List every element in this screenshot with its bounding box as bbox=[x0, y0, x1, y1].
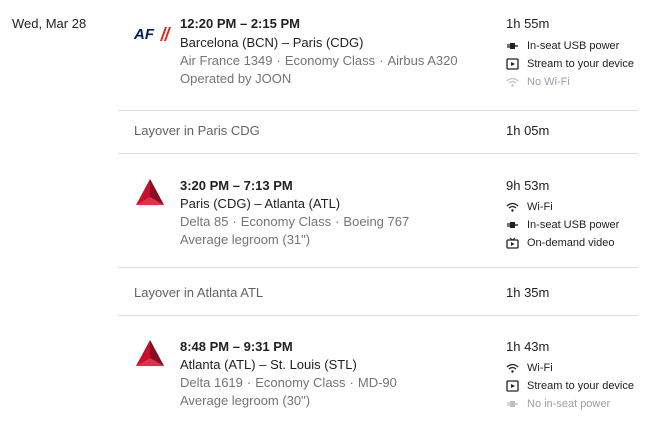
delta-logo bbox=[134, 338, 174, 370]
aircraft-type: MD-90 bbox=[357, 375, 397, 390]
stream-device-icon bbox=[506, 380, 519, 392]
flight-times: 8:48 PM – 9:31 PM bbox=[180, 339, 293, 354]
tv-icon bbox=[506, 237, 519, 249]
flight-route: Paris (CDG) – Atlanta (ATL) bbox=[180, 196, 341, 211]
stream-device-icon bbox=[506, 58, 519, 70]
trip-date: Wed, Mar 28 bbox=[12, 16, 87, 31]
operated-by: Operated by JOON bbox=[180, 71, 292, 86]
cabin-class: Economy Class bbox=[284, 53, 376, 68]
wifi-icon bbox=[506, 202, 519, 212]
flight-number: Delta 1619 bbox=[180, 375, 243, 390]
flight-details: Air France 1349 · Economy Class · Airbus A32… bbox=[180, 53, 458, 68]
svg-text:AF: AF bbox=[134, 26, 155, 43]
divider bbox=[118, 110, 638, 111]
layover-label: Layover in Atlanta ATL bbox=[134, 285, 264, 300]
layover-label: Layover in Paris CDG bbox=[134, 123, 260, 138]
flight-route: Atlanta (ATL) – St. Louis (STL) bbox=[180, 357, 357, 372]
wifi-icon bbox=[506, 363, 519, 373]
flight-number: Air France 1349 bbox=[180, 53, 273, 68]
layover-duration: 1h 05m bbox=[506, 123, 550, 138]
flight-route: Barcelona (BCN) – Paris (CDG) bbox=[180, 35, 364, 50]
divider bbox=[118, 267, 638, 268]
cabin-class: Economy Class bbox=[240, 214, 332, 229]
divider bbox=[118, 315, 638, 316]
flight-number: Delta 85 bbox=[180, 214, 229, 229]
layover-duration: 1h 35m bbox=[506, 285, 550, 300]
flight-details: Delta 1619 · Economy Class · MD-90 bbox=[180, 375, 397, 390]
power-plug-icon bbox=[507, 43, 518, 49]
legroom: Average legroom (30") bbox=[180, 393, 311, 408]
flight-times: 12:20 PM – 2:15 PM bbox=[180, 16, 300, 31]
flight-duration: 9h 53m bbox=[506, 178, 550, 193]
flight-duration: 1h 55m bbox=[506, 16, 550, 31]
divider bbox=[118, 153, 638, 154]
legroom: Average legroom (31") bbox=[180, 232, 311, 247]
aircraft-type: Boeing 767 bbox=[343, 214, 410, 229]
flight-duration: 1h 43m bbox=[506, 339, 550, 354]
flight-times: 3:20 PM – 7:13 PM bbox=[180, 178, 293, 193]
wifi-icon bbox=[506, 77, 519, 87]
aircraft-type: Airbus A320 bbox=[387, 53, 458, 68]
airfrance-logo: AF bbox=[133, 22, 174, 54]
delta-logo bbox=[134, 177, 174, 209]
power-plug-icon bbox=[507, 222, 518, 228]
power-plug-icon bbox=[507, 401, 518, 407]
cabin-class: Economy Class bbox=[255, 375, 346, 390]
flight-details: Delta 85 · Economy Class · Boeing 767 bbox=[180, 214, 410, 229]
